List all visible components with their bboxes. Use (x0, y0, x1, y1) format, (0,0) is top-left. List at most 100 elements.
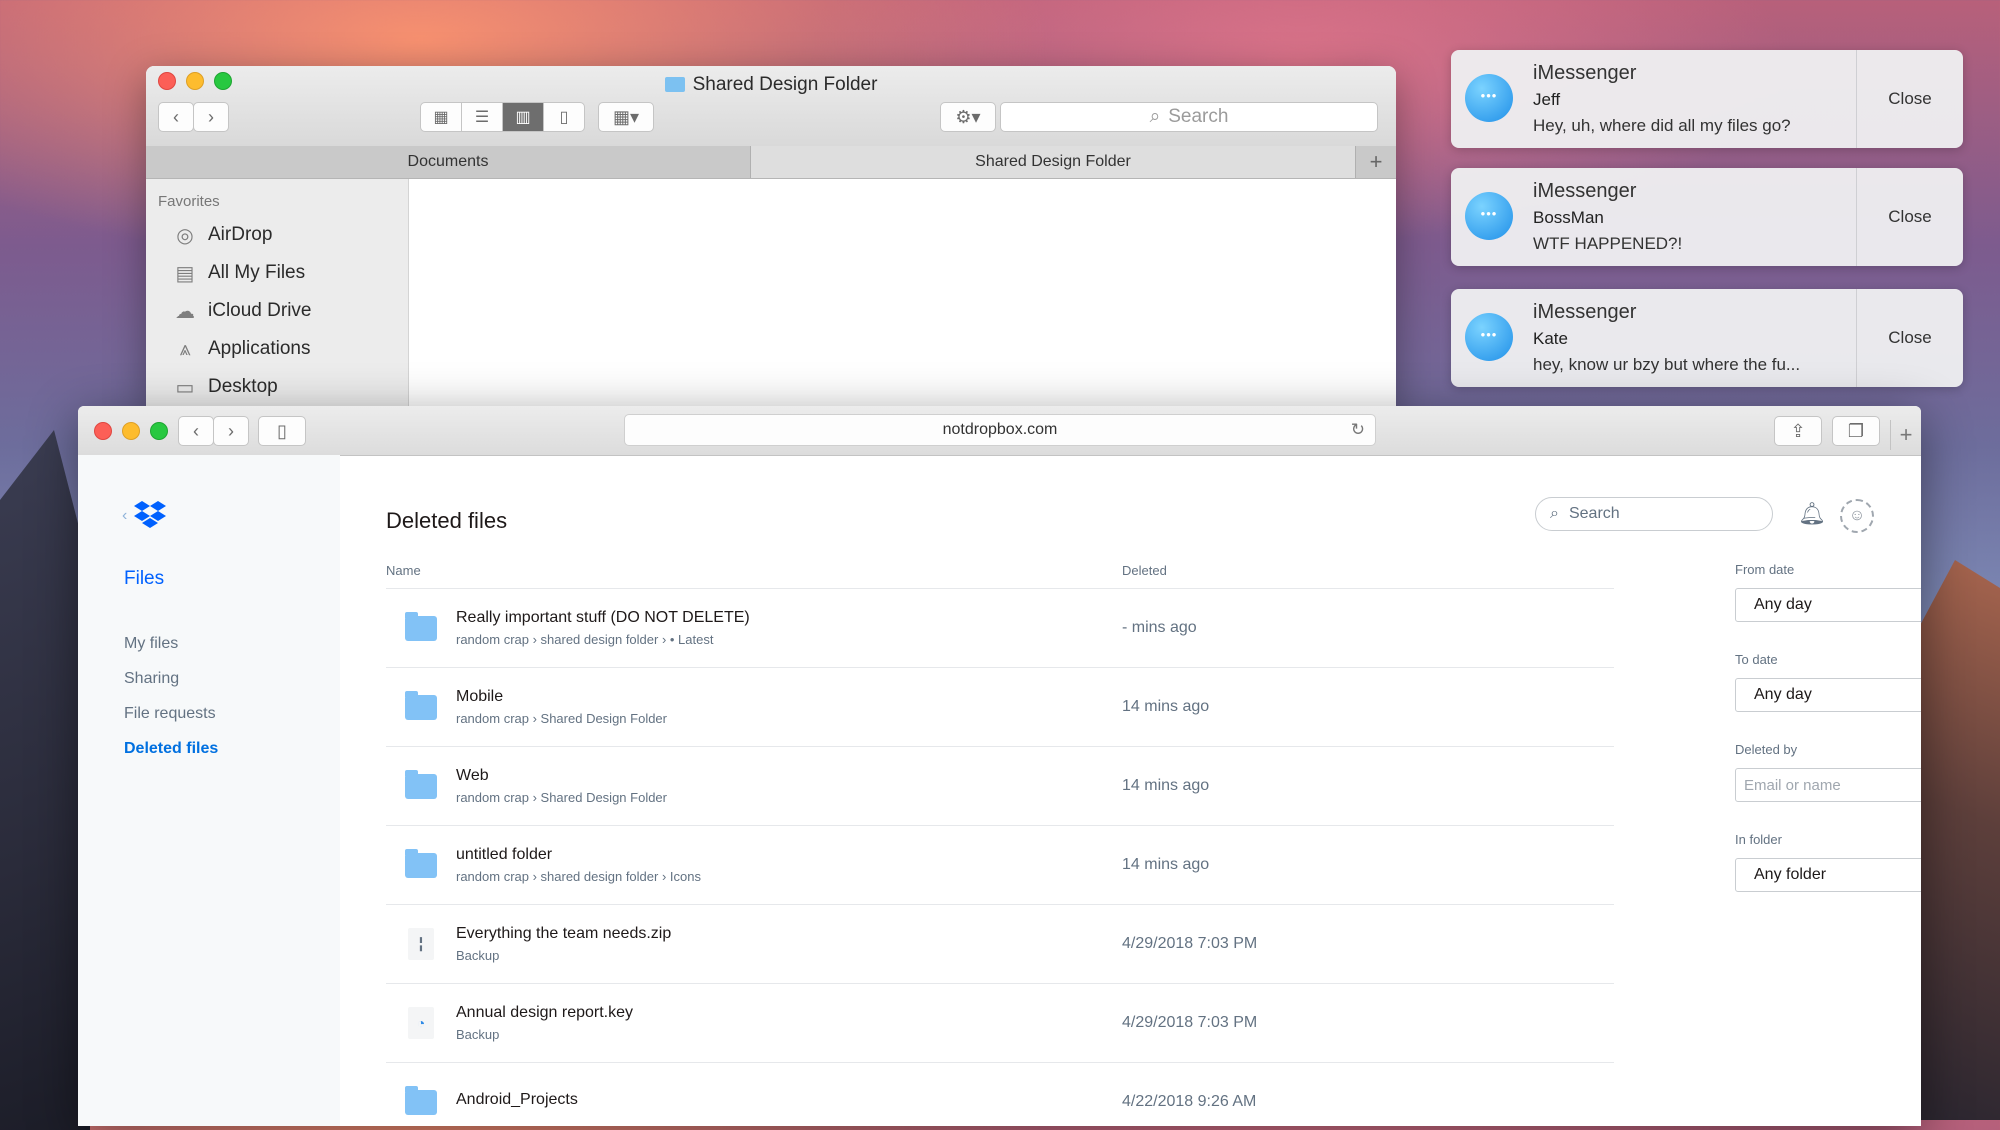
sidebar-item-applications[interactable]: ⩓ Applications (146, 330, 408, 368)
row-name[interactable]: Annual design report.key (456, 1004, 1122, 1022)
desktop-icon: ▭ (175, 376, 195, 399)
sidebar-toggle-button[interactable]: ▯ (258, 416, 306, 446)
dropbox-main: Deleted files ⌕ Search 🔔︎ ☺ Name Deleted … (386, 455, 1921, 1126)
show-tabs-button[interactable]: ❐ (1832, 416, 1880, 446)
from-date-select[interactable]: Any day▼ (1735, 588, 1921, 622)
table-row[interactable]: ╏ Everything the team needs.zip Backup 4/… (386, 905, 1614, 984)
nav-deleted-files[interactable]: Deleted files (124, 740, 218, 775)
forward-button[interactable]: › (193, 102, 229, 132)
sidebar-item-all-my-files[interactable]: ▤ All My Files (146, 254, 408, 292)
sidebar-item-label: iCloud Drive (208, 300, 312, 321)
dropbox-sidebar: ‹ Files My files Sharing File requests D… (78, 455, 340, 1126)
column-deleted[interactable]: Deleted (1122, 563, 1167, 578)
close-window-button[interactable] (94, 422, 112, 440)
sidebar-icon: ▯ (277, 420, 287, 441)
table-row[interactable]: untitled folder random crap › shared desi… (386, 826, 1614, 905)
notification-message: WTF HAPPENED?! (1533, 234, 1683, 253)
search-icon: ⌕ (1149, 106, 1161, 127)
folder-icon (405, 1085, 437, 1115)
wallpaper-mountain-left (0, 430, 90, 1130)
sidebar-item-airdrop[interactable]: ◎ AirDrop (146, 216, 408, 254)
column-view-icon[interactable]: ▥ (503, 103, 544, 131)
finder-search-input[interactable]: ⌕ Search (1000, 102, 1378, 132)
notification-close-button[interactable]: Close (1856, 168, 1963, 266)
search-placeholder: Search (1568, 505, 1620, 522)
chevron-right-icon: › (228, 420, 234, 441)
row-name[interactable]: Android_Projects (456, 1091, 1122, 1109)
nav-my-files[interactable]: My files (124, 635, 218, 670)
all-files-icon: ▤ (175, 262, 195, 285)
in-folder-select[interactable]: Any folder▼ (1735, 858, 1921, 892)
table-row[interactable]: ◔ Annual design report.key Backup 4/29/20… (386, 984, 1614, 1063)
nav-file-requests[interactable]: File requests (124, 705, 218, 740)
notification-app-name: iMessenger (1533, 180, 1637, 202)
finder-search-placeholder: Search (1168, 106, 1229, 127)
row-name[interactable]: Web (456, 767, 1122, 785)
new-tab-button[interactable]: + (1890, 420, 1921, 450)
browser-back-button[interactable]: ‹ (178, 416, 214, 446)
notification-close-button[interactable]: Close (1856, 50, 1963, 148)
list-view-icon[interactable]: ☰ (462, 103, 503, 131)
notification-app-name: iMessenger (1533, 62, 1637, 84)
sidebar-item-desktop[interactable]: ▭ Desktop (146, 368, 408, 406)
back-button[interactable]: ‹ (158, 102, 194, 132)
message-bubble-icon (1465, 313, 1513, 361)
tab-documents[interactable]: Documents (146, 146, 751, 178)
notification-close-button[interactable]: Close (1856, 289, 1963, 387)
notification-content[interactable]: iMessenger Jeff Hey, uh, where did all m… (1451, 50, 1856, 148)
row-deleted-time: 14 mins ago (1122, 856, 1210, 873)
filters-panel: From date Any day▼ To date Any day▼ Dele… (1735, 552, 1921, 922)
to-date-select[interactable]: Any day▼ (1735, 678, 1921, 712)
nav-sharing[interactable]: Sharing (124, 670, 218, 705)
plus-icon: + (1369, 149, 1383, 174)
reload-icon[interactable]: ↻ (1351, 420, 1365, 440)
search-icon: ⌕ (1550, 505, 1559, 522)
share-button[interactable]: ⇪ (1774, 416, 1822, 446)
applications-icon: ⩓ (179, 337, 191, 360)
chevron-left-icon: ‹ (122, 507, 128, 524)
chevron-left-icon: ‹ (193, 420, 199, 441)
airdrop-icon: ◎ (176, 224, 194, 247)
icon-view-icon[interactable]: ▦ (421, 103, 462, 131)
sidebar-item-icloud-drive[interactable]: ☁ iCloud Drive (146, 292, 408, 330)
deleted-files-table: Name Deleted Really important stuff (DO … (386, 552, 1614, 1126)
wallpaper-mountain-right (1910, 560, 2000, 1120)
folder-icon (664, 77, 685, 92)
finder-title-text: Shared Design Folder (692, 74, 878, 95)
from-date-label: From date (1735, 562, 1795, 577)
deleted-by-input[interactable]: Email or name (1735, 768, 1921, 802)
table-row[interactable]: Really important stuff (DO NOT DELETE) ra… (386, 589, 1614, 668)
notification-jeff[interactable]: iMessenger Jeff Hey, uh, where did all m… (1451, 50, 1963, 148)
dropbox-search-input[interactable]: ⌕ Search (1535, 497, 1773, 531)
tab-shared-design-folder[interactable]: Shared Design Folder (751, 146, 1356, 178)
minimize-window-button[interactable] (122, 422, 140, 440)
row-name[interactable]: Everything the team needs.zip (456, 925, 1122, 943)
notification-kate[interactable]: iMessenger Kate hey, know ur bzy but whe… (1451, 289, 1963, 387)
folder-icon (405, 769, 437, 799)
new-tab-button[interactable]: + (1356, 146, 1396, 178)
row-name[interactable]: Really important stuff (DO NOT DELETE) (456, 609, 1122, 627)
table-row[interactable]: Android_Projects 4/22/2018 9:26 AM (386, 1063, 1614, 1126)
column-name[interactable]: Name (386, 563, 1122, 578)
table-row[interactable]: Web random crap › Shared Design Folder 14… (386, 747, 1614, 826)
row-name[interactable]: Mobile (456, 688, 1122, 706)
notification-content[interactable]: iMessenger Kate hey, know ur bzy but whe… (1451, 289, 1856, 387)
sidebar-item-label: AirDrop (208, 224, 273, 245)
action-button[interactable]: ⚙▾ (940, 102, 996, 132)
arrange-button[interactable]: ▦▾ (598, 102, 654, 132)
sidebar-item-label: All My Files (208, 262, 306, 283)
bell-icon[interactable]: 🔔︎ (1798, 501, 1826, 527)
favorites-heading: Favorites (158, 193, 220, 210)
notification-bossman[interactable]: iMessenger BossMan WTF HAPPENED?! Close (1451, 168, 1963, 266)
address-bar[interactable]: notdropbox.com ↻ (624, 414, 1376, 446)
row-deleted-time: - mins ago (1122, 619, 1197, 636)
notification-content[interactable]: iMessenger BossMan WTF HAPPENED?! (1451, 168, 1856, 266)
table-row[interactable]: Mobile random crap › Shared Design Folder… (386, 668, 1614, 747)
row-name[interactable]: untitled folder (456, 846, 1122, 864)
browser-forward-button[interactable]: › (213, 416, 249, 446)
dropbox-logo[interactable]: ‹ (122, 501, 167, 531)
avatar[interactable]: ☺ (1840, 499, 1874, 533)
cover-flow-icon[interactable]: ▯ (544, 103, 584, 131)
files-heading[interactable]: Files (124, 568, 164, 590)
zoom-window-button[interactable] (150, 422, 168, 440)
